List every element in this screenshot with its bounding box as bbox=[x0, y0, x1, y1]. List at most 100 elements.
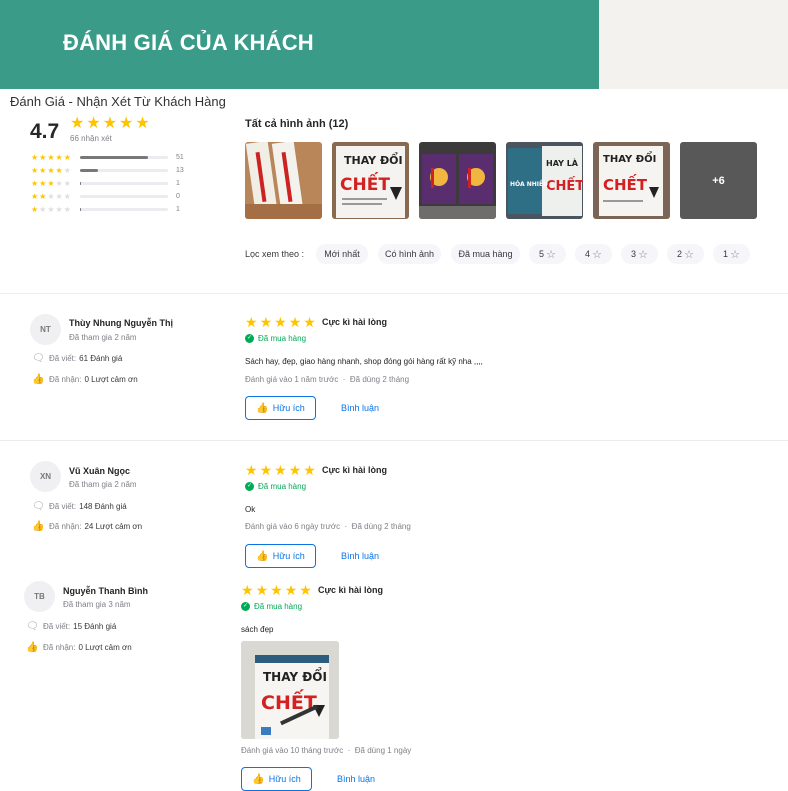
star-icon: ★ bbox=[63, 178, 71, 188]
rating-row-4: ★ ★ ★ ★ ★ 13 bbox=[31, 166, 191, 175]
star-icon: ★ bbox=[63, 165, 71, 175]
star-icon: ★ bbox=[55, 191, 63, 201]
average-stars: ★ ★ ★ ★ ★ bbox=[70, 116, 150, 132]
gallery-photo-2[interactable]: THAY ĐỔI CHẾT bbox=[332, 142, 409, 219]
chip-label: 4 bbox=[585, 249, 591, 259]
star-icon: ★ bbox=[47, 165, 55, 175]
filter-1-star[interactable]: 1 ☆ bbox=[713, 244, 750, 264]
stat-label: Đã nhận: bbox=[43, 643, 76, 652]
chip-label: 2 bbox=[677, 249, 683, 259]
stat-label: Đã nhận: bbox=[49, 522, 82, 531]
rating-row-1: ★ ★ ★ ★ ★ 1 bbox=[31, 205, 191, 214]
review-meta: Đánh giá vào 6 ngày trước · Đã dùng 2 th… bbox=[245, 522, 411, 531]
useful-button[interactable]: 👍 Hữu ích bbox=[245, 396, 316, 420]
star-icon: ★ bbox=[39, 178, 47, 188]
thumbs-up-icon: 👍 bbox=[26, 642, 39, 653]
stat-label: Đã nhận: bbox=[49, 375, 82, 384]
gallery-title: Tất cả hình ảnh (12) bbox=[245, 118, 349, 130]
rating-bar bbox=[80, 208, 168, 211]
reviewer-written: 🗨 Đã viết: 15 Đánh giá bbox=[26, 621, 116, 632]
gallery-photo-3[interactable] bbox=[419, 142, 496, 219]
star-icon: ★ bbox=[39, 165, 47, 175]
bought-badge: ✓ Đã mua hàng bbox=[245, 334, 306, 343]
bought-badge: ✓ Đã mua hàng bbox=[241, 602, 302, 611]
chip-label: 5 bbox=[539, 249, 545, 259]
filter-2-star[interactable]: 2 ☆ bbox=[667, 244, 704, 264]
rating-bar bbox=[80, 195, 168, 198]
thumbs-up-icon: 👍 bbox=[32, 374, 45, 385]
bought-label: Đã mua hàng bbox=[258, 482, 307, 491]
filter-5-star[interactable]: 5 ☆ bbox=[529, 244, 566, 264]
thumbs-up-icon: 👍 bbox=[32, 521, 45, 532]
rating-row-2: ★ ★ ★ ★ ★ 0 bbox=[31, 192, 191, 201]
star-icon: ★ bbox=[31, 165, 39, 175]
reviewer-written: 🗨 Đã viết: 61 Đánh giá bbox=[32, 353, 122, 364]
row-stars: ★ ★ ★ ★ ★ bbox=[31, 204, 77, 214]
star-icon: ★ bbox=[274, 462, 287, 478]
star-icon: ★ bbox=[241, 582, 254, 598]
useful-button[interactable]: 👍 Hữu ích bbox=[241, 767, 312, 791]
cover-text: CHẾT bbox=[603, 173, 648, 194]
review-title: Cực kì hài lòng bbox=[322, 317, 388, 327]
stat-label: Đã viết: bbox=[49, 354, 77, 363]
reviewer-joined: Đã tham gia 2 năm bbox=[69, 480, 137, 489]
avatar: NT bbox=[30, 314, 61, 345]
filter-newest[interactable]: Mới nhất bbox=[316, 244, 368, 264]
gallery-photo-4[interactable]: HAY LÀ CHẾT HÓA NHIỀU bbox=[506, 142, 583, 219]
star-icon: ★ bbox=[70, 115, 85, 132]
star-icon: ★ bbox=[31, 191, 39, 201]
rating-row-count: 51 bbox=[176, 154, 184, 161]
comment-button[interactable]: Bình luận bbox=[341, 551, 379, 561]
star-icon: ★ bbox=[274, 314, 287, 330]
star-icon: ★ bbox=[39, 152, 47, 162]
star-icon: ★ bbox=[31, 204, 39, 214]
stat-value: 24 Lượt cảm ơn bbox=[84, 522, 143, 531]
gallery-photo-1[interactable] bbox=[245, 142, 322, 219]
divider bbox=[0, 293, 788, 294]
star-icon: ★ bbox=[39, 191, 47, 201]
rating-row-3: ★ ★ ★ ★ ★ 1 bbox=[31, 179, 191, 188]
star-outline-icon: ☆ bbox=[638, 248, 648, 261]
review-stars: ★ ★ ★ ★ ★ bbox=[245, 463, 316, 477]
row-stars: ★ ★ ★ ★ ★ bbox=[31, 191, 77, 201]
useful-label: Hữu ích bbox=[268, 774, 301, 784]
review-text: Ok bbox=[245, 505, 256, 514]
review-stars: ★ ★ ★ ★ ★ bbox=[241, 583, 312, 597]
review-photo[interactable]: THAY ĐỔI CHẾT bbox=[241, 641, 339, 739]
cover-text: THAY ĐỔI bbox=[344, 152, 403, 167]
reviewer-thanks: 👍 Đã nhận: 24 Lượt cảm ơn bbox=[32, 521, 142, 532]
check-icon: ✓ bbox=[245, 482, 254, 491]
gallery-more-button[interactable]: +6 bbox=[680, 142, 757, 219]
average-rating: 4.7 bbox=[30, 120, 60, 143]
review-meta: Đánh giá vào 10 tháng trước · Đã dùng 1 … bbox=[241, 746, 412, 755]
comment-button[interactable]: Bình luận bbox=[341, 403, 379, 413]
filter-4-star[interactable]: 4 ☆ bbox=[575, 244, 612, 264]
rating-bar-fill bbox=[80, 156, 148, 159]
rating-row-count: 0 bbox=[176, 193, 180, 200]
star-icon: ★ bbox=[135, 115, 150, 132]
filter-3-star[interactable]: 3 ☆ bbox=[621, 244, 658, 264]
review-date: Đánh giá vào 6 ngày trước bbox=[245, 522, 341, 531]
review-date: Đánh giá vào 1 năm trước bbox=[245, 375, 339, 384]
reviewer-written: 🗨 Đã viết: 148 Đánh giá bbox=[32, 501, 127, 512]
star-outline-icon: ☆ bbox=[684, 248, 694, 261]
star-icon: ★ bbox=[63, 191, 71, 201]
review-title: Cực kì hài lòng bbox=[318, 585, 384, 595]
star-icon: ★ bbox=[55, 165, 63, 175]
star-icon: ★ bbox=[288, 462, 302, 478]
useful-button[interactable]: 👍 Hữu ích bbox=[245, 544, 316, 568]
star-icon: ★ bbox=[55, 204, 63, 214]
comment-button[interactable]: Bình luận bbox=[337, 774, 375, 784]
filter-with-images[interactable]: Có hình ảnh bbox=[378, 244, 441, 264]
review-meta: Đánh giá vào 1 năm trước · Đã dùng 2 thá… bbox=[245, 375, 410, 384]
star-icon: ★ bbox=[86, 115, 101, 132]
star-icon: ★ bbox=[303, 314, 316, 330]
divider bbox=[0, 440, 788, 441]
check-icon: ✓ bbox=[245, 334, 254, 343]
gallery-photo-5[interactable]: THAY ĐỔI CHẾT bbox=[593, 142, 670, 219]
star-icon: ★ bbox=[288, 314, 302, 330]
filter-bought[interactable]: Đã mua hàng bbox=[451, 244, 520, 264]
bought-badge: ✓ Đã mua hàng bbox=[245, 482, 306, 491]
reviewer-thanks: 👍 Đã nhận: 0 Lượt cảm ơn bbox=[32, 374, 138, 385]
review-title: Cực kì hài lòng bbox=[322, 465, 388, 475]
